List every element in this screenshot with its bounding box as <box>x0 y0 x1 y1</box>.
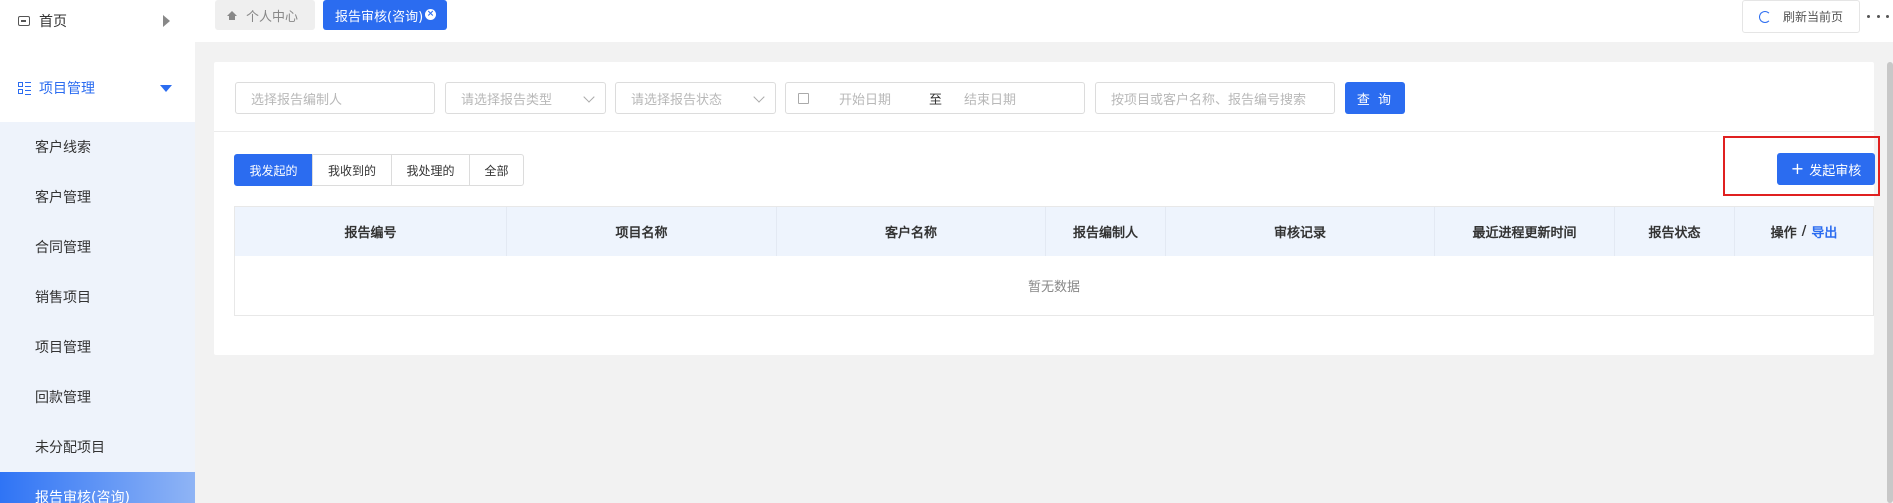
report-type-select[interactable]: 请选择报告类型 <box>445 82 606 114</box>
sidebar-item-customer-leads[interactable]: 客户线索 <box>0 122 195 172</box>
column-header-customer-name: 客户名称 <box>777 207 1046 256</box>
table-header: 报告编号 项目名称 客户名称 报告编制人 审核记录 最近进程更新时间 报告状态 … <box>235 207 1873 256</box>
sidebar-item-report-review[interactable]: 报告审核(咨询) <box>0 472 195 503</box>
sidebar-item-home-label: 首页 <box>39 14 67 30</box>
plus-icon: + <box>1790 159 1805 178</box>
tab-report-review[interactable]: 报告审核(咨询) × <box>323 0 447 30</box>
separator-slash: / <box>1801 224 1807 239</box>
tab-received-by-me[interactable]: 我收到的 <box>312 154 392 186</box>
chevron-down-icon <box>753 91 765 103</box>
grid-icon <box>18 81 31 95</box>
column-header-last-update-time: 最近进程更新时间 <box>1435 207 1615 256</box>
tabs-bar: 个人中心 报告审核(咨询) × 刷新当前页 <box>195 0 1893 42</box>
report-status-select[interactable]: 请选择报告状态 <box>615 82 776 114</box>
date-separator: 至 <box>929 92 943 108</box>
empty-state: 暂无数据 <box>1027 280 1080 295</box>
sidebar-item-payment-management[interactable]: 回款管理 <box>0 372 195 422</box>
caret-down-icon <box>160 85 172 92</box>
sidebar: 首页 项目管理 客户线索 客户管理 合同管理 销售项目 项目管理 回款管理 未分… <box>0 0 195 503</box>
sidebar-item-home[interactable]: 首页 <box>0 0 195 42</box>
column-header-report-status: 报告状态 <box>1615 207 1735 256</box>
sidebar-item-label: 客户管理 <box>35 190 91 206</box>
tab-personal-center[interactable]: 个人中心 <box>215 0 315 30</box>
tab-label: 报告审核(咨询) <box>335 9 424 25</box>
sidebar-item-label: 合同管理 <box>35 240 91 256</box>
start-date-input[interactable]: 开始日期 <box>839 89 891 108</box>
caret-right-icon <box>163 15 170 27</box>
search-input[interactable]: 按项目或客户名称、报告编号搜索 <box>1095 82 1335 114</box>
sidebar-item-label: 未分配项目 <box>35 440 105 456</box>
report-table: 报告编号 项目名称 客户名称 报告编制人 审核记录 最近进程更新时间 报告状态 … <box>234 206 1874 316</box>
compiler-placeholder: 选择报告编制人 <box>251 92 343 108</box>
refresh-icon <box>1758 10 1771 23</box>
end-date-input[interactable]: 结束日期 <box>964 89 1016 108</box>
sidebar-item-customer-management[interactable]: 客户管理 <box>0 172 195 222</box>
tab-all[interactable]: 全部 <box>469 154 524 186</box>
content-card: 选择报告编制人 请选择报告类型 请选择报告状态 开始日期 至 结束日期 按项目或… <box>214 62 1880 355</box>
sidebar-group-label: 项目管理 <box>39 81 95 97</box>
date-range-picker[interactable]: 开始日期 至 结束日期 <box>785 82 1085 114</box>
sidebar-item-label: 报告审核(咨询) <box>35 490 130 503</box>
initiate-review-button[interactable]: + 发起审核 <box>1777 153 1875 185</box>
more-dots-icon[interactable] <box>1867 8 1889 24</box>
sidebar-item-unassigned-projects[interactable]: 未分配项目 <box>0 422 195 472</box>
sidebar-item-label: 回款管理 <box>35 390 91 406</box>
sidebar-item-sales-projects[interactable]: 销售项目 <box>0 272 195 322</box>
tab-label: 个人中心 <box>246 9 299 25</box>
column-header-project-name: 项目名称 <box>507 207 777 256</box>
monitor-icon <box>18 16 30 26</box>
sidebar-group-project-management[interactable]: 项目管理 <box>0 54 195 122</box>
initiate-review-label: 发起审核 <box>1809 163 1862 179</box>
sidebar-item-project-management[interactable]: 项目管理 <box>0 322 195 372</box>
report-status-placeholder: 请选择报告状态 <box>631 92 723 108</box>
tab-initiated-by-me[interactable]: 我发起的 <box>234 154 313 186</box>
search-placeholder: 按项目或客户名称、报告编号搜索 <box>1111 92 1307 108</box>
chevron-down-icon <box>583 91 595 103</box>
view-tabs: 我发起的 我收到的 我处理的 全部 <box>234 154 524 186</box>
sidebar-item-label: 项目管理 <box>35 340 91 356</box>
actions-label: 操作 <box>1770 226 1797 241</box>
close-icon[interactable]: × <box>425 9 436 20</box>
sidebar-item-contract-management[interactable]: 合同管理 <box>0 222 195 272</box>
refresh-page-button[interactable]: 刷新当前页 <box>1742 0 1860 33</box>
column-header-report-no: 报告编号 <box>235 207 507 256</box>
tab-processed-by-me[interactable]: 我处理的 <box>391 154 470 186</box>
refresh-label: 刷新当前页 <box>1782 10 1843 24</box>
column-header-compiler: 报告编制人 <box>1046 207 1166 256</box>
scrollbar-thumb[interactable] <box>1887 62 1893 503</box>
column-header-actions: 操作 / 导出 <box>1735 207 1873 256</box>
report-type-placeholder: 请选择报告类型 <box>461 92 553 108</box>
column-header-review-record: 审核记录 <box>1166 207 1435 256</box>
sidebar-submenu: 客户线索 客户管理 合同管理 销售项目 项目管理 回款管理 未分配项目 报告审核… <box>0 122 195 503</box>
export-link[interactable]: 导出 <box>1811 222 1837 241</box>
sidebar-item-label: 销售项目 <box>35 290 91 306</box>
calendar-icon <box>798 92 809 104</box>
home-icon <box>227 10 237 20</box>
sidebar-item-label: 客户线索 <box>35 140 91 156</box>
query-button[interactable]: 查 询 <box>1345 82 1405 114</box>
filter-bar: 选择报告编制人 请选择报告类型 请选择报告状态 开始日期 至 结束日期 按项目或… <box>214 62 1874 132</box>
compiler-select[interactable]: 选择报告编制人 <box>235 82 435 114</box>
